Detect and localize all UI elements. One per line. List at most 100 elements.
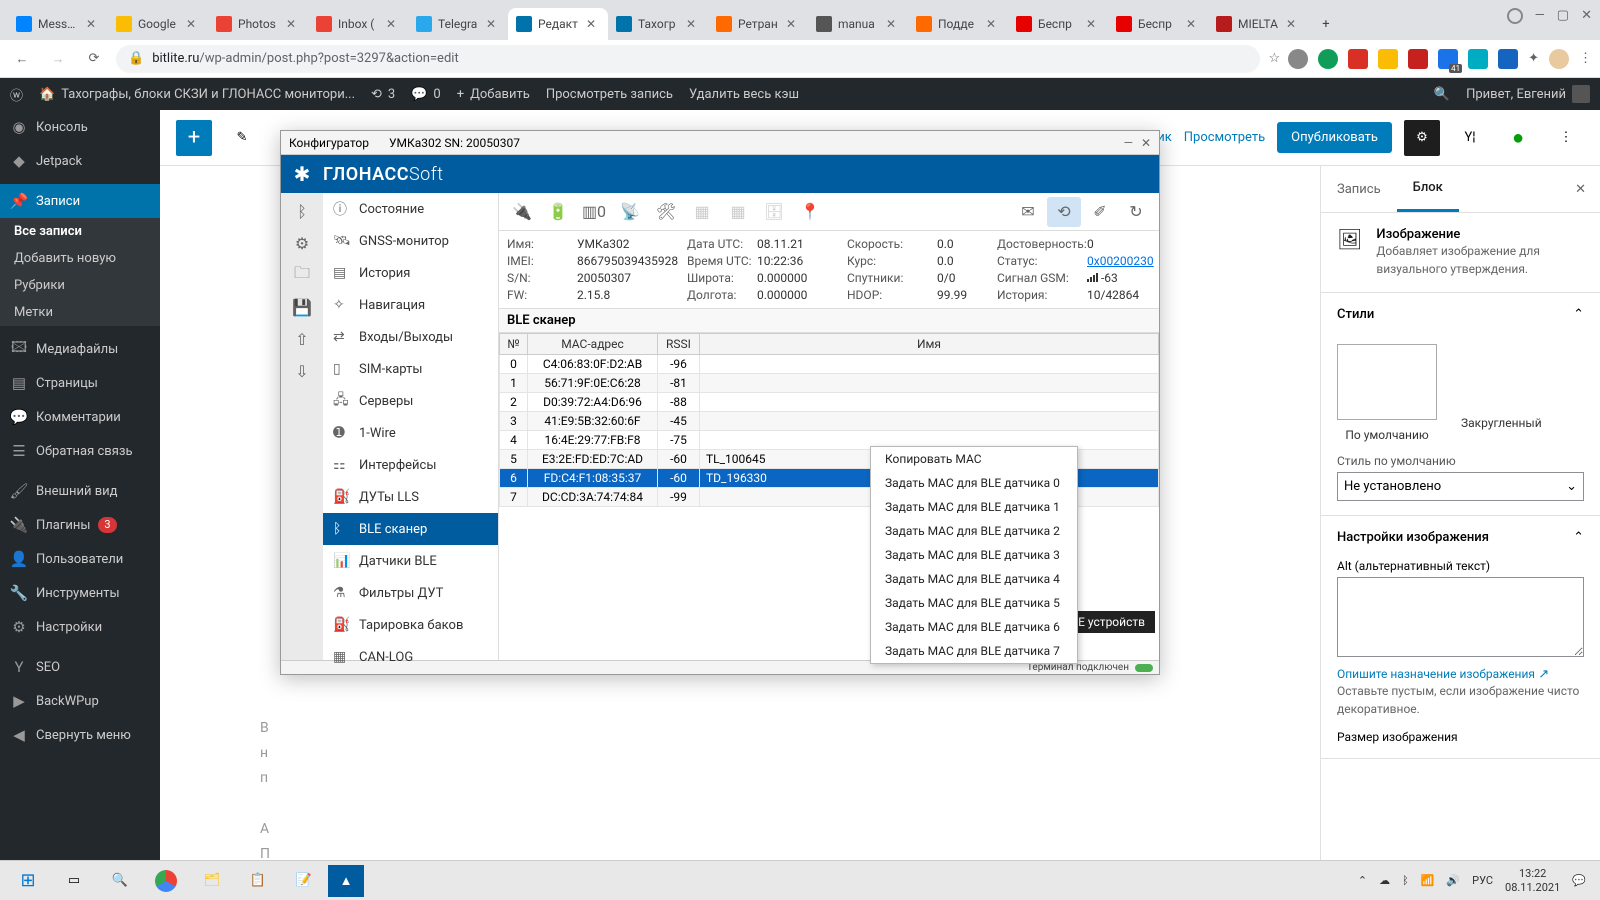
ext-icon[interactable] <box>1348 49 1368 69</box>
post-text[interactable]: Внп АП отправленные нами изменения настр… <box>260 716 1220 872</box>
app-titlebar[interactable]: Конфигуратор УМКа302 SN: 20050307 —✕ <box>281 131 1159 155</box>
wifi-icon[interactable]: 📶 <box>1421 874 1435 887</box>
browser-tab[interactable]: Inbox (✕ <box>308 8 408 40</box>
yoast-button[interactable]: Y¦ <box>1452 120 1488 156</box>
ext-icon[interactable] <box>1318 49 1338 69</box>
context-menu-item[interactable]: Задать MAC для BLE датчика 4 <box>871 567 1077 591</box>
sidebar-item-tools[interactable]: 🔧Инструменты <box>0 576 160 610</box>
ext-icon[interactable] <box>1378 49 1398 69</box>
context-menu-item[interactable]: Задать MAC для BLE датчика 3 <box>871 543 1077 567</box>
view-post-link[interactable]: Просмотреть запись <box>546 87 673 102</box>
sidebar-item-posts[interactable]: 📌Записи <box>0 184 160 218</box>
browser-tab[interactable]: Google✕ <box>108 8 208 40</box>
volume-icon[interactable]: 🔊 <box>1446 874 1460 887</box>
record-icon[interactable]: ▦ <box>685 197 719 227</box>
power-icon[interactable]: 🔌 <box>505 197 539 227</box>
maximize-icon[interactable]: ▢ <box>1557 8 1569 24</box>
upload-icon[interactable]: ⇧ <box>286 325 318 353</box>
sidebar-item-console[interactable]: ◉Консоль <box>0 110 160 144</box>
sidebar-collapse[interactable]: ◀Свернуть меню <box>0 718 160 752</box>
add-new-link[interactable]: + Добавить <box>457 87 530 102</box>
table-row[interactable]: 2D0:39:72:A4:D6:96-88 <box>500 393 1159 412</box>
close-tab-icon[interactable]: ✕ <box>286 17 300 31</box>
chip-icon[interactable]: ⚙ <box>286 229 318 257</box>
style-default-preview[interactable] <box>1337 344 1437 420</box>
counter-icon[interactable]: ▥0 <box>577 197 611 227</box>
publish-button[interactable]: Опубликовать <box>1277 122 1392 153</box>
stack-icon[interactable]: ▦ <box>721 197 755 227</box>
alt-help-link[interactable]: Опишите назначение изображения <box>1337 667 1535 681</box>
close-tab-icon[interactable]: ✕ <box>786 17 800 31</box>
onedrive-icon[interactable]: ☁ <box>1379 874 1390 887</box>
app-menu-item[interactable]: 📊Датчики BLE <box>323 545 498 577</box>
sidebar-item-appearance[interactable]: 🖌Внешний вид <box>0 474 160 508</box>
panel-styles[interactable]: Стили⌃ <box>1321 293 1600 336</box>
app-menu-item[interactable]: ⇄Входы/Выходы <box>323 321 498 353</box>
greeting[interactable]: Привет, Евгений <box>1466 85 1590 103</box>
app-menu-item[interactable]: ⚏Интерфейсы <box>323 449 498 481</box>
reload-button[interactable]: ⟳ <box>80 45 108 73</box>
tab-block[interactable]: Блок <box>1397 166 1459 212</box>
browser-tab[interactable]: Подде✕ <box>908 8 1008 40</box>
context-menu-item[interactable]: Задать MAC для BLE датчика 0 <box>871 471 1077 495</box>
app-menu-item[interactable]: ▦CAN-LOG <box>323 641 498 673</box>
bluetooth-icon[interactable]: ᛒ <box>286 197 318 225</box>
tray-chevron-icon[interactable]: ⌃ <box>1358 874 1367 887</box>
browser-tab[interactable]: Messen✕ <box>8 8 108 40</box>
app-menu-item[interactable]: ▯SIM-карты <box>323 353 498 385</box>
close-tab-icon[interactable]: ✕ <box>1186 17 1200 31</box>
close-tab-icon[interactable]: ✕ <box>986 17 1000 31</box>
taskview-icon[interactable]: ▭ <box>52 863 96 899</box>
updates-link[interactable]: ⟲ 3 <box>371 87 395 102</box>
notepad-icon[interactable]: 📝 <box>282 863 326 899</box>
minimize-icon[interactable]: — <box>1535 8 1545 24</box>
ext-icon[interactable] <box>1288 49 1308 69</box>
sidebar-item-feedback[interactable]: ☰Обратная связь <box>0 434 160 468</box>
config-icon[interactable]: 🛠 <box>649 197 683 227</box>
battery-icon[interactable]: 🔋 <box>541 197 575 227</box>
new-tab-button[interactable]: + <box>1312 10 1340 38</box>
app-menu-item[interactable]: ᛒBLE сканер <box>323 513 498 545</box>
refresh-icon[interactable]: ⟲ <box>1047 197 1081 227</box>
close-tab-icon[interactable]: ✕ <box>86 17 100 31</box>
puzzle-icon[interactable]: ✦ <box>1528 51 1539 66</box>
close-icon[interactable]: ✕ <box>1141 136 1151 150</box>
site-link[interactable]: 🏠 Тахографы, блоки СКЗИ и ГЛОНАСС монито… <box>39 87 355 102</box>
browser-tab[interactable]: MIELTA✕ <box>1208 8 1308 40</box>
erase-icon[interactable]: ✐ <box>1083 197 1117 227</box>
preview-link[interactable]: Просмотреть <box>1184 130 1265 145</box>
notifications-icon[interactable]: 💬 <box>1572 874 1586 887</box>
start-button[interactable]: ⊞ <box>6 863 50 899</box>
sidebar-item-users[interactable]: 👤Пользователи <box>0 542 160 576</box>
default-style-select[interactable]: Не установлено⌄ <box>1337 472 1584 501</box>
explorer-icon[interactable]: 🗂 <box>190 863 234 899</box>
close-tab-icon[interactable]: ✕ <box>586 17 600 31</box>
close-tab-icon[interactable]: ✕ <box>186 17 200 31</box>
context-menu-item[interactable]: Копировать MAC <box>871 447 1077 471</box>
bluetooth-icon[interactable]: ᛒ <box>1402 874 1409 887</box>
context-menu-item[interactable]: Задать MAC для BLE датчика 5 <box>871 591 1077 615</box>
sidebar-item-settings[interactable]: ⚙Настройки <box>0 610 160 644</box>
forward-button[interactable]: → <box>44 45 72 73</box>
table-row[interactable]: 0C4:06:83:0F:D2:AB-96 <box>500 355 1159 374</box>
tab-post[interactable]: Запись <box>1321 168 1397 211</box>
context-menu-item[interactable]: Задать MAC для BLE датчика 1 <box>871 495 1077 519</box>
history-icon[interactable]: ↻ <box>1119 197 1153 227</box>
folder-icon[interactable]: 🗀 <box>286 261 318 289</box>
menu-icon[interactable]: ⋮ <box>1579 51 1592 66</box>
context-menu-item[interactable]: Задать MAC для BLE датчика 6 <box>871 615 1077 639</box>
sidebar-sub-tags[interactable]: Метки <box>0 299 160 326</box>
browser-tab[interactable]: Беспр✕ <box>1008 8 1108 40</box>
sidebar-item-seo[interactable]: YSEO <box>0 650 160 684</box>
app-menu-item[interactable]: ⓘСостояние <box>323 193 498 225</box>
close-tab-icon[interactable]: ✕ <box>386 17 400 31</box>
jetpack-button[interactable]: ● <box>1500 120 1536 156</box>
ext-icon[interactable] <box>1498 49 1518 69</box>
app-menu-item[interactable]: ⛽Тарировка баков <box>323 609 498 641</box>
sidebar-item-backwpup[interactable]: ▶BackWPup <box>0 684 160 718</box>
clear-cache-link[interactable]: Удалить весь кэш <box>689 87 799 102</box>
alt-text-input[interactable] <box>1337 577 1584 657</box>
browser-tab[interactable]: Беспр✕ <box>1108 8 1208 40</box>
sidebar-item-media[interactable]: 🖾Медиафайлы <box>0 332 160 366</box>
minimize-icon[interactable]: — <box>1124 136 1133 150</box>
